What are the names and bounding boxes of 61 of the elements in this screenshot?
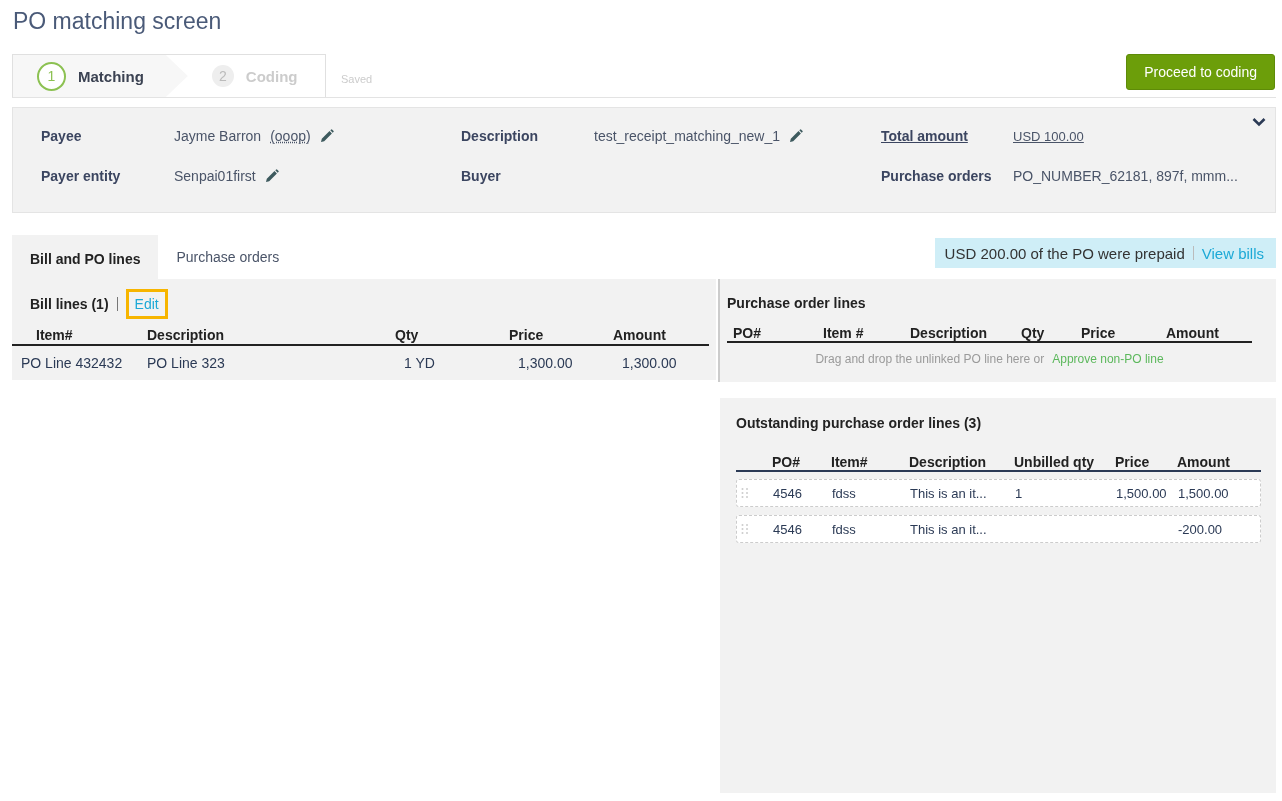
drop-hint: Drag and drop the unlinked PO line here or xyxy=(815,352,1045,366)
table-cell-text: 1 YD xyxy=(404,355,436,371)
pencil-icon[interactable] xyxy=(789,129,803,143)
table-cell-text: 1,500.00 xyxy=(1116,485,1168,501)
table-cell-text: This is an it... xyxy=(910,521,988,537)
column-header: Description xyxy=(147,327,225,343)
table-cell-text: 1,300.00 xyxy=(622,355,678,371)
table-cell-text: -200.00 xyxy=(1178,521,1224,537)
table-cell-text: 1 xyxy=(1015,485,1024,501)
column-header: Item # xyxy=(823,325,865,341)
outstanding-title: Outstanding purchase order lines (3) xyxy=(736,415,983,431)
column-header: Amount xyxy=(1177,454,1231,470)
chevron-down-icon[interactable] xyxy=(1252,117,1266,127)
outstanding-row[interactable]: 4546 fdss This is an it... 1 1,500.00 1,500.00 xyxy=(736,479,1261,507)
field-value[interactable]: USD 100.00 xyxy=(1013,128,1084,144)
column-header: Unbilled qty xyxy=(1014,454,1096,470)
column-header: Item# xyxy=(831,454,869,470)
field-value: test_receipt_matching_new_1 xyxy=(594,128,780,144)
outstanding-row[interactable]: 4546 fdss This is an it... -200.00 xyxy=(736,515,1261,543)
drag-handle-icon[interactable] xyxy=(741,523,749,535)
column-header: Item# xyxy=(35,327,74,343)
table-cell-text: This is an it... xyxy=(910,485,988,501)
prepaid-text: USD 200.00 of the PO were prepaid xyxy=(944,244,1185,262)
column-header: Amount xyxy=(613,327,667,343)
column-header: Price xyxy=(509,327,545,343)
field-value: Senpai01first xyxy=(174,168,256,184)
tab[interactable]: Purchase orders xyxy=(158,235,298,279)
field-label[interactable]: Total amount xyxy=(881,128,1004,144)
table-cell-text: 1,300.00 xyxy=(518,355,574,371)
pencil-icon[interactable] xyxy=(264,169,279,183)
bill-lines-title: Bill lines (1) xyxy=(30,296,109,312)
column-header: Price xyxy=(1081,325,1117,341)
payee-link[interactable]: (ooop) xyxy=(270,128,311,144)
table-cell-text: PO Line 323 xyxy=(147,355,226,371)
field-label: Payee xyxy=(41,128,83,144)
po-lines-title: Purchase order lines xyxy=(727,295,867,311)
column-header: Description xyxy=(910,325,988,341)
field-label: Purchase orders xyxy=(881,168,993,184)
pencil-icon[interactable] xyxy=(319,129,334,143)
field-label: Payer entity xyxy=(41,168,122,184)
field-value: Jayme Barron xyxy=(174,128,262,144)
table-cell-text: fdss xyxy=(832,521,857,537)
column-header: Qty xyxy=(1021,325,1046,341)
column-header: PO# xyxy=(733,325,762,341)
field-label: Buyer xyxy=(461,168,502,184)
column-header: Price xyxy=(1115,454,1151,470)
step-tab[interactable]: 1 Matching xyxy=(13,55,188,97)
table-cell-text: 4546 xyxy=(773,485,803,501)
table-cell-text: fdss xyxy=(832,485,857,501)
table-cell-text: 4546 xyxy=(773,521,803,537)
column-header: Amount xyxy=(1166,325,1220,341)
table-cell-text: 1,500.00 xyxy=(1178,485,1230,501)
field-value: PO_NUMBER_62181, 897f, mmm... xyxy=(1013,168,1238,184)
column-header: PO# xyxy=(772,454,801,470)
column-header: Description xyxy=(909,454,987,470)
drag-handle-icon[interactable] xyxy=(741,487,749,499)
field-label: Description xyxy=(461,128,539,144)
step-number: 1 xyxy=(37,61,66,91)
page-title: PO matching screen xyxy=(13,8,223,36)
column-header: Qty xyxy=(395,327,420,343)
tab[interactable]: Bill and PO lines xyxy=(12,235,159,279)
